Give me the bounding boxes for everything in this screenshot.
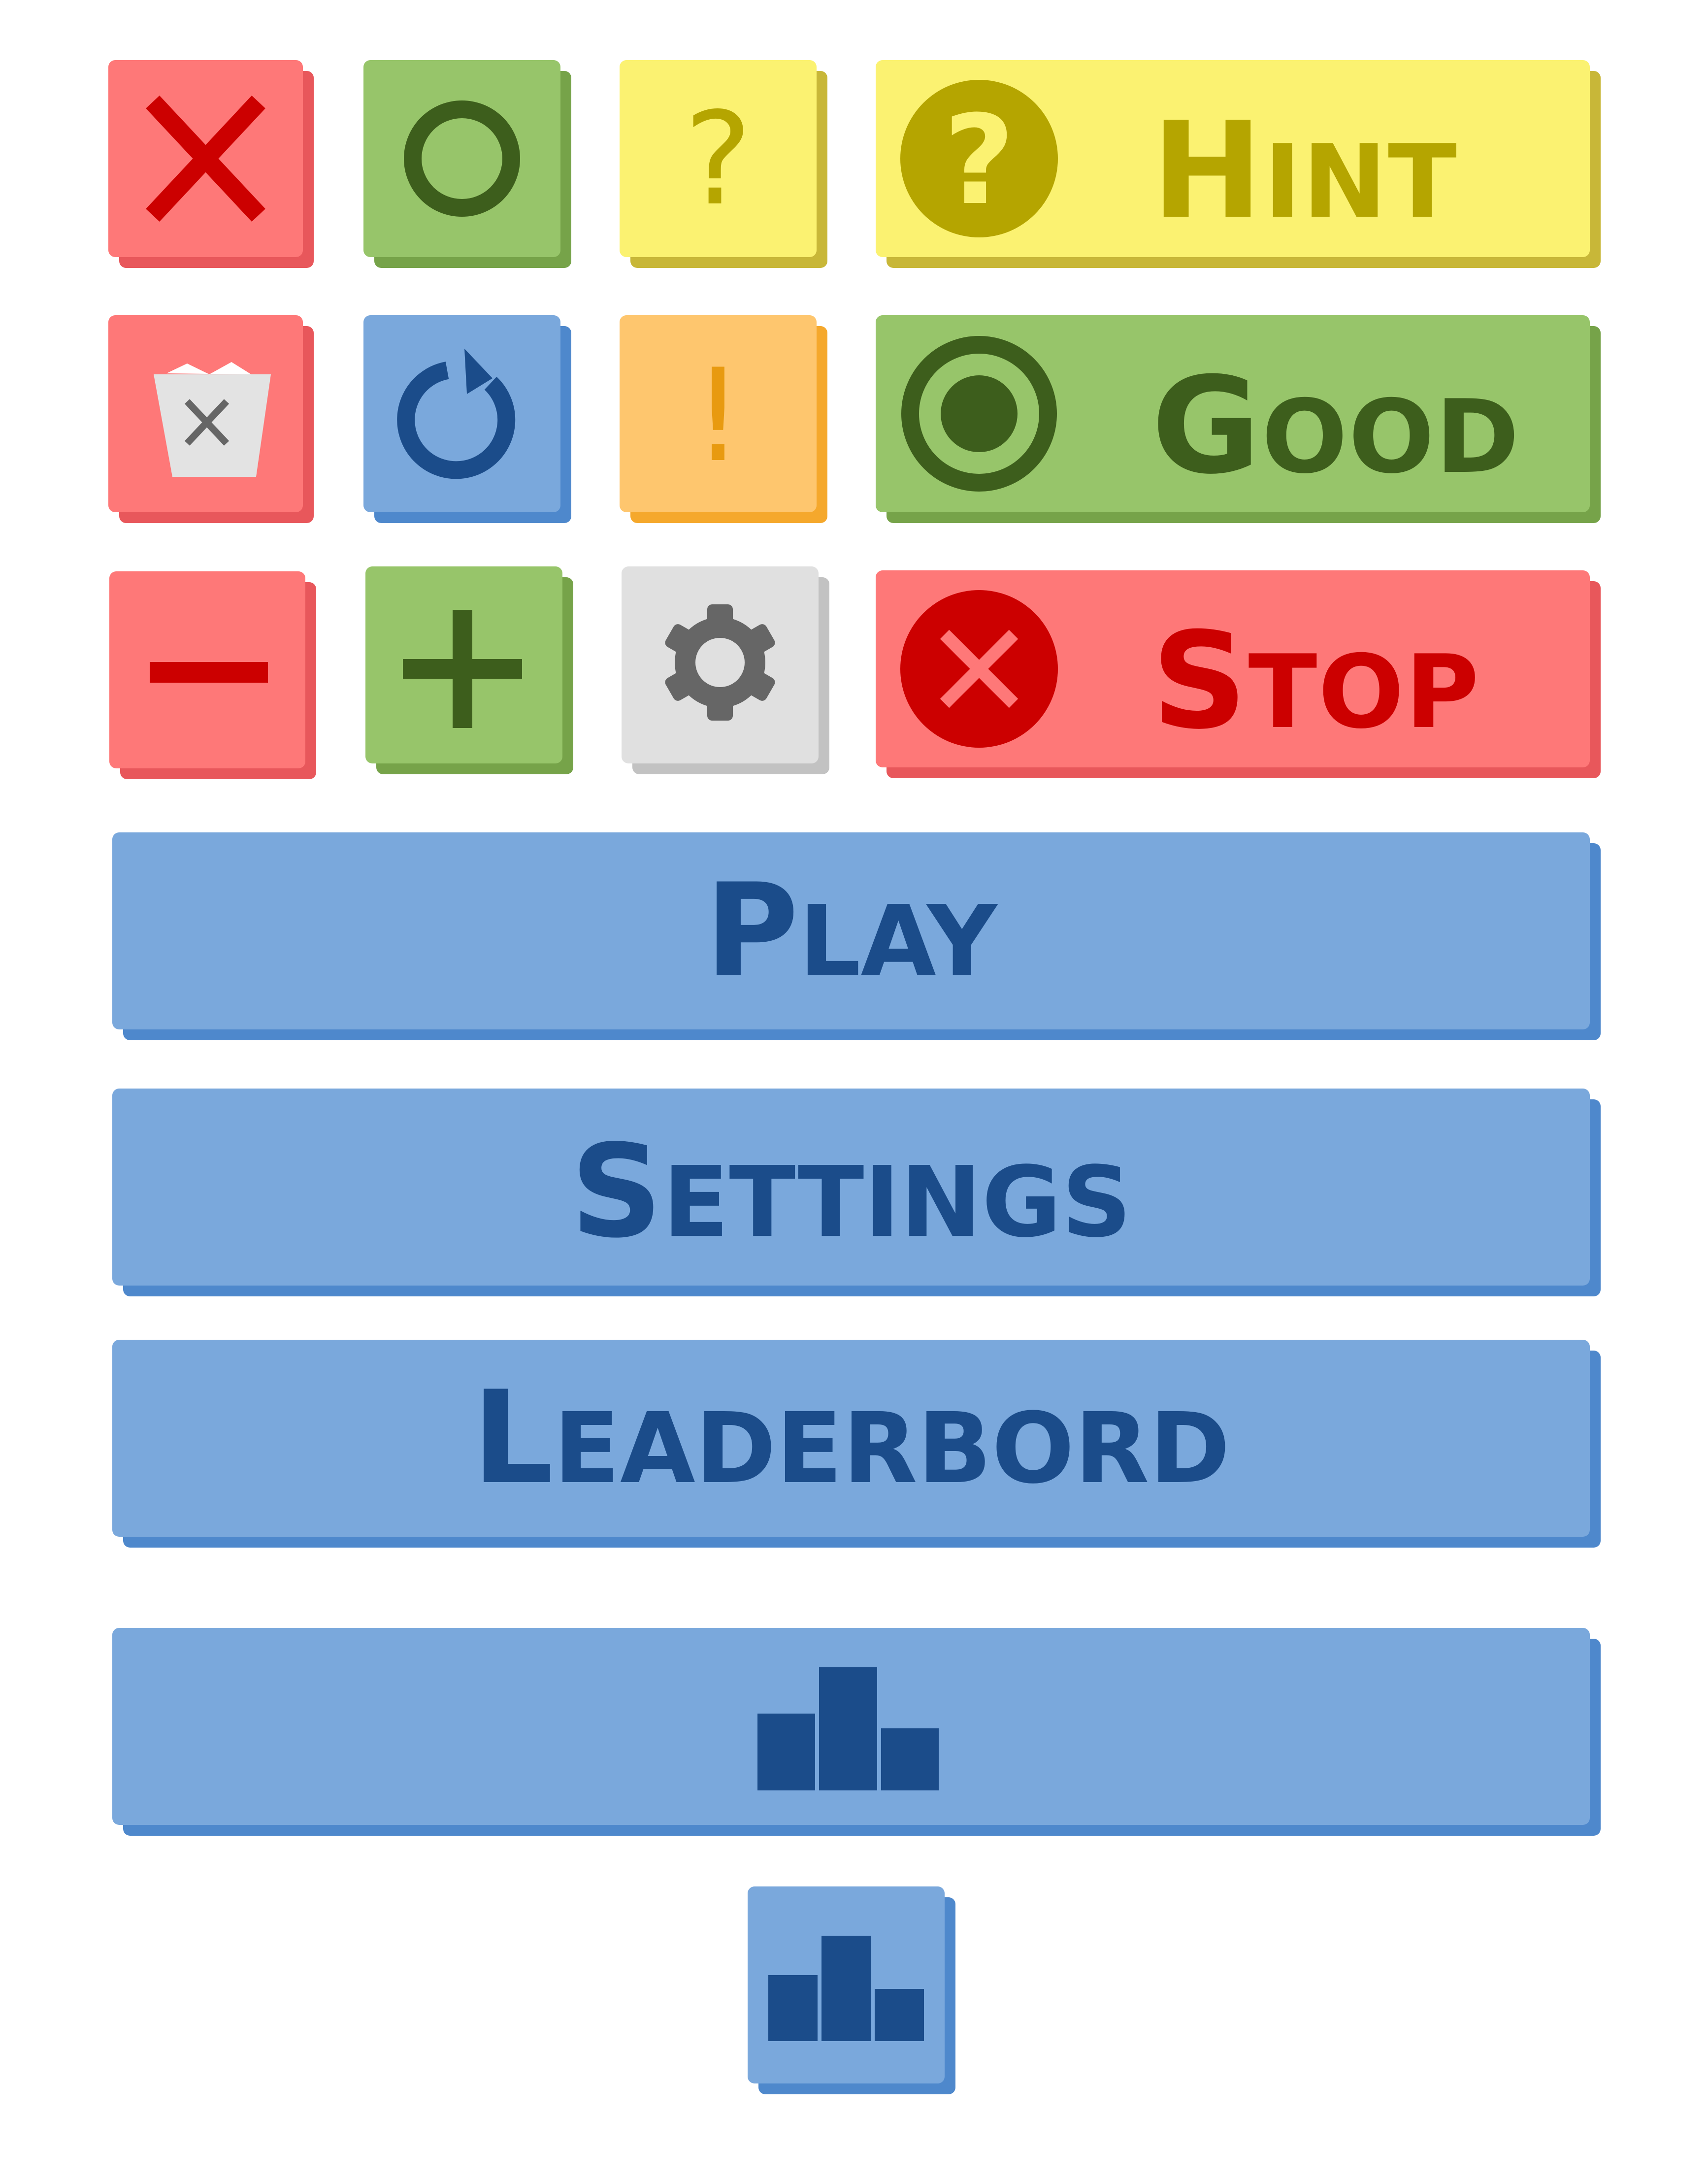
close-button[interactable] <box>108 60 314 268</box>
stop-label: Stop <box>1151 615 1480 748</box>
stop-label-rest: top <box>1248 634 1480 751</box>
play-label-first: P <box>705 857 799 1005</box>
question-icon: ? <box>684 85 752 234</box>
play-label-rest: lay <box>798 885 997 998</box>
leaderboard-small-button[interactable] <box>748 1886 955 2094</box>
hint-label-rest: int <box>1263 124 1458 241</box>
settings-button[interactable] <box>622 566 829 774</box>
svg-text:?: ? <box>943 89 1015 232</box>
stop-button[interactable]: Stop <box>876 570 1601 778</box>
hint-label-first: H <box>1151 93 1264 248</box>
restart-button[interactable] <box>363 315 571 523</box>
leaderboard-label: Leaderbord <box>112 1374 1590 1502</box>
gear-icon <box>665 604 775 721</box>
hint-button[interactable]: ? Hint <box>876 60 1601 268</box>
hint-label: Hint <box>1151 104 1458 237</box>
good-label: Good <box>1151 360 1520 493</box>
target-circle-icon <box>901 336 1057 492</box>
settings-label-rest: ettings <box>662 1146 1132 1259</box>
podium-icon <box>757 1667 939 1790</box>
trash-button[interactable] <box>108 315 314 523</box>
trash-icon <box>154 362 271 477</box>
x-circle-icon <box>900 590 1058 748</box>
leaderboard-button[interactable]: Leaderbord <box>112 1340 1601 1548</box>
good-label-rest: ood <box>1261 379 1520 496</box>
good-button[interactable]: Good <box>876 315 1601 523</box>
play-button[interactable]: Play <box>112 832 1601 1040</box>
question-circle-icon: ? <box>900 80 1058 237</box>
leaderboard-label-rest: eaderbord <box>553 1392 1230 1505</box>
plus-icon <box>403 610 522 728</box>
leaderboard-icon-button[interactable] <box>112 1628 1601 1836</box>
podium-icon <box>768 1936 924 2041</box>
minus-icon <box>150 662 268 683</box>
close-icon <box>146 96 265 222</box>
settings-label: Settings <box>112 1128 1590 1256</box>
minus-button[interactable] <box>109 571 316 779</box>
question-button[interactable]: ? <box>620 60 827 268</box>
alert-button[interactable]: ! <box>620 315 827 523</box>
stop-label-first: S <box>1151 603 1248 759</box>
settings-label-first: S <box>570 1118 663 1266</box>
leaderboard-label-first: L <box>472 1364 554 1513</box>
play-label: Play <box>112 867 1590 995</box>
good-label-first: G <box>1151 348 1262 503</box>
circle-icon <box>404 100 520 217</box>
plus-button[interactable] <box>365 566 573 774</box>
exclamation-icon: ! <box>692 342 744 491</box>
restart-icon <box>397 349 516 479</box>
confirm-button[interactable] <box>363 60 571 268</box>
settings-menu-button[interactable]: Settings <box>112 1089 1601 1296</box>
